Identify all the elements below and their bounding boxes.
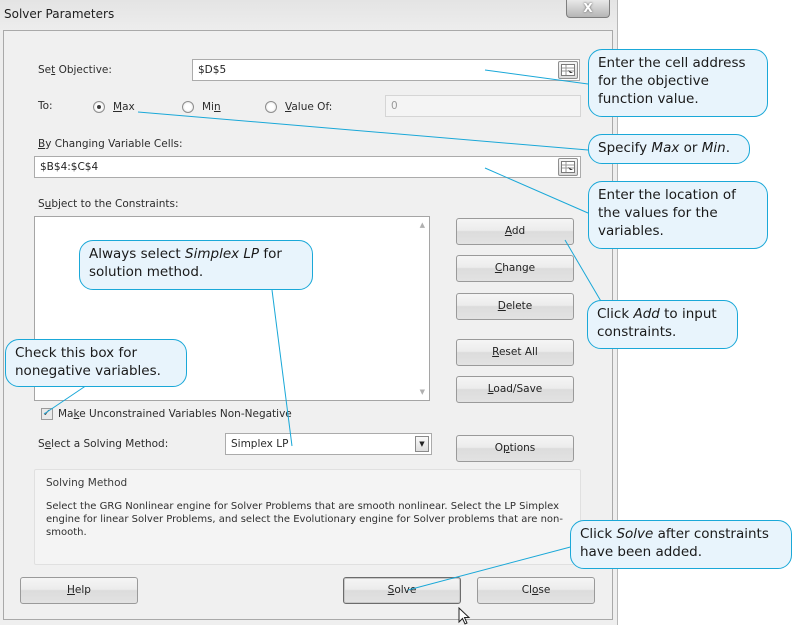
solving-method-value: Simplex LP	[231, 438, 289, 450]
help-button[interactable]: Help	[20, 577, 138, 604]
delete-button[interactable]: Delete	[456, 293, 574, 320]
callout-simplex: Always select Simplex LP for solution me…	[79, 240, 313, 290]
constraints-label: Subject to the Constraints:	[38, 198, 179, 210]
load-save-button[interactable]: Load/Save	[456, 376, 574, 403]
callout-add: Click Add to input constraints.	[587, 300, 738, 349]
solving-method-description: Solving Method Select the GRG Nonlinear …	[34, 469, 581, 565]
changing-cells-input[interactable]: $B$4:$C$4	[34, 156, 581, 178]
range-select-icon	[561, 161, 575, 173]
min-radio[interactable]	[182, 101, 194, 113]
value-of-input[interactable]: 0	[385, 95, 581, 117]
parameters-group: Set Objective: $D$5 To: Max Min Value Of…	[21, 44, 581, 570]
scroll-down-arrow-icon[interactable]: ▼	[420, 388, 425, 396]
dropdown-arrow-icon[interactable]: ▼	[415, 436, 429, 452]
solve-button[interactable]: Solve	[343, 577, 461, 604]
changing-cells-range-selector-button[interactable]	[558, 158, 578, 176]
nonnegative-label: Make Unconstrained Variables Non-Negativ…	[58, 408, 292, 420]
scroll-up-arrow-icon[interactable]: ▲	[420, 221, 425, 229]
set-objective-label: Set Objective:	[38, 64, 112, 76]
mouse-pointer-icon	[458, 607, 471, 625]
solver-parameters-dialog: Solver Parameters X Set Objective: $D$5 …	[0, 0, 618, 625]
callout-objective: Enter the cell address for the objective…	[588, 49, 768, 117]
solving-method-label: Select a Solving Method:	[38, 438, 169, 450]
add-button[interactable]: Add	[456, 218, 574, 245]
close-button[interactable]: Close	[477, 577, 595, 604]
options-button[interactable]: Options	[456, 435, 574, 462]
description-text: Select the GRG Nonlinear engine for Solv…	[46, 501, 563, 538]
solving-method-select[interactable]: Simplex LP ▼	[225, 433, 432, 455]
value-of-label: Value Of:	[285, 101, 333, 113]
close-window-button[interactable]: X	[566, 0, 610, 18]
callout-nonneg: Check this box for nonegative variables.	[5, 339, 187, 387]
description-title: Solving Method	[46, 477, 128, 489]
nonnegative-checkbox[interactable]: ✓	[41, 408, 53, 420]
objective-range-selector-button[interactable]	[558, 61, 578, 79]
dialog-body: Set Objective: $D$5 To: Max Min Value Of…	[3, 30, 613, 620]
callout-solve: Click Solve after constraints have been …	[570, 520, 792, 569]
to-label: To:	[38, 100, 53, 112]
window-title: Solver Parameters	[4, 7, 115, 21]
reset-all-button[interactable]: Reset All	[456, 339, 574, 366]
callout-maxmin: Specify Max or Min.	[588, 134, 750, 164]
set-objective-input[interactable]: $D$5	[192, 59, 580, 81]
callout-variables: Enter the location of the values for the…	[588, 181, 768, 249]
change-button[interactable]: Change	[456, 255, 574, 282]
title-bar: Solver Parameters X	[0, 0, 618, 28]
close-icon: X	[583, 1, 593, 15]
max-label: Max	[113, 101, 135, 113]
max-radio[interactable]	[93, 101, 105, 113]
min-label: Min	[202, 101, 221, 113]
checkmark-icon: ✓	[42, 408, 52, 419]
range-select-icon	[561, 64, 575, 76]
value-of-radio[interactable]	[265, 101, 277, 113]
changing-cells-label: By Changing Variable Cells:	[38, 138, 183, 150]
